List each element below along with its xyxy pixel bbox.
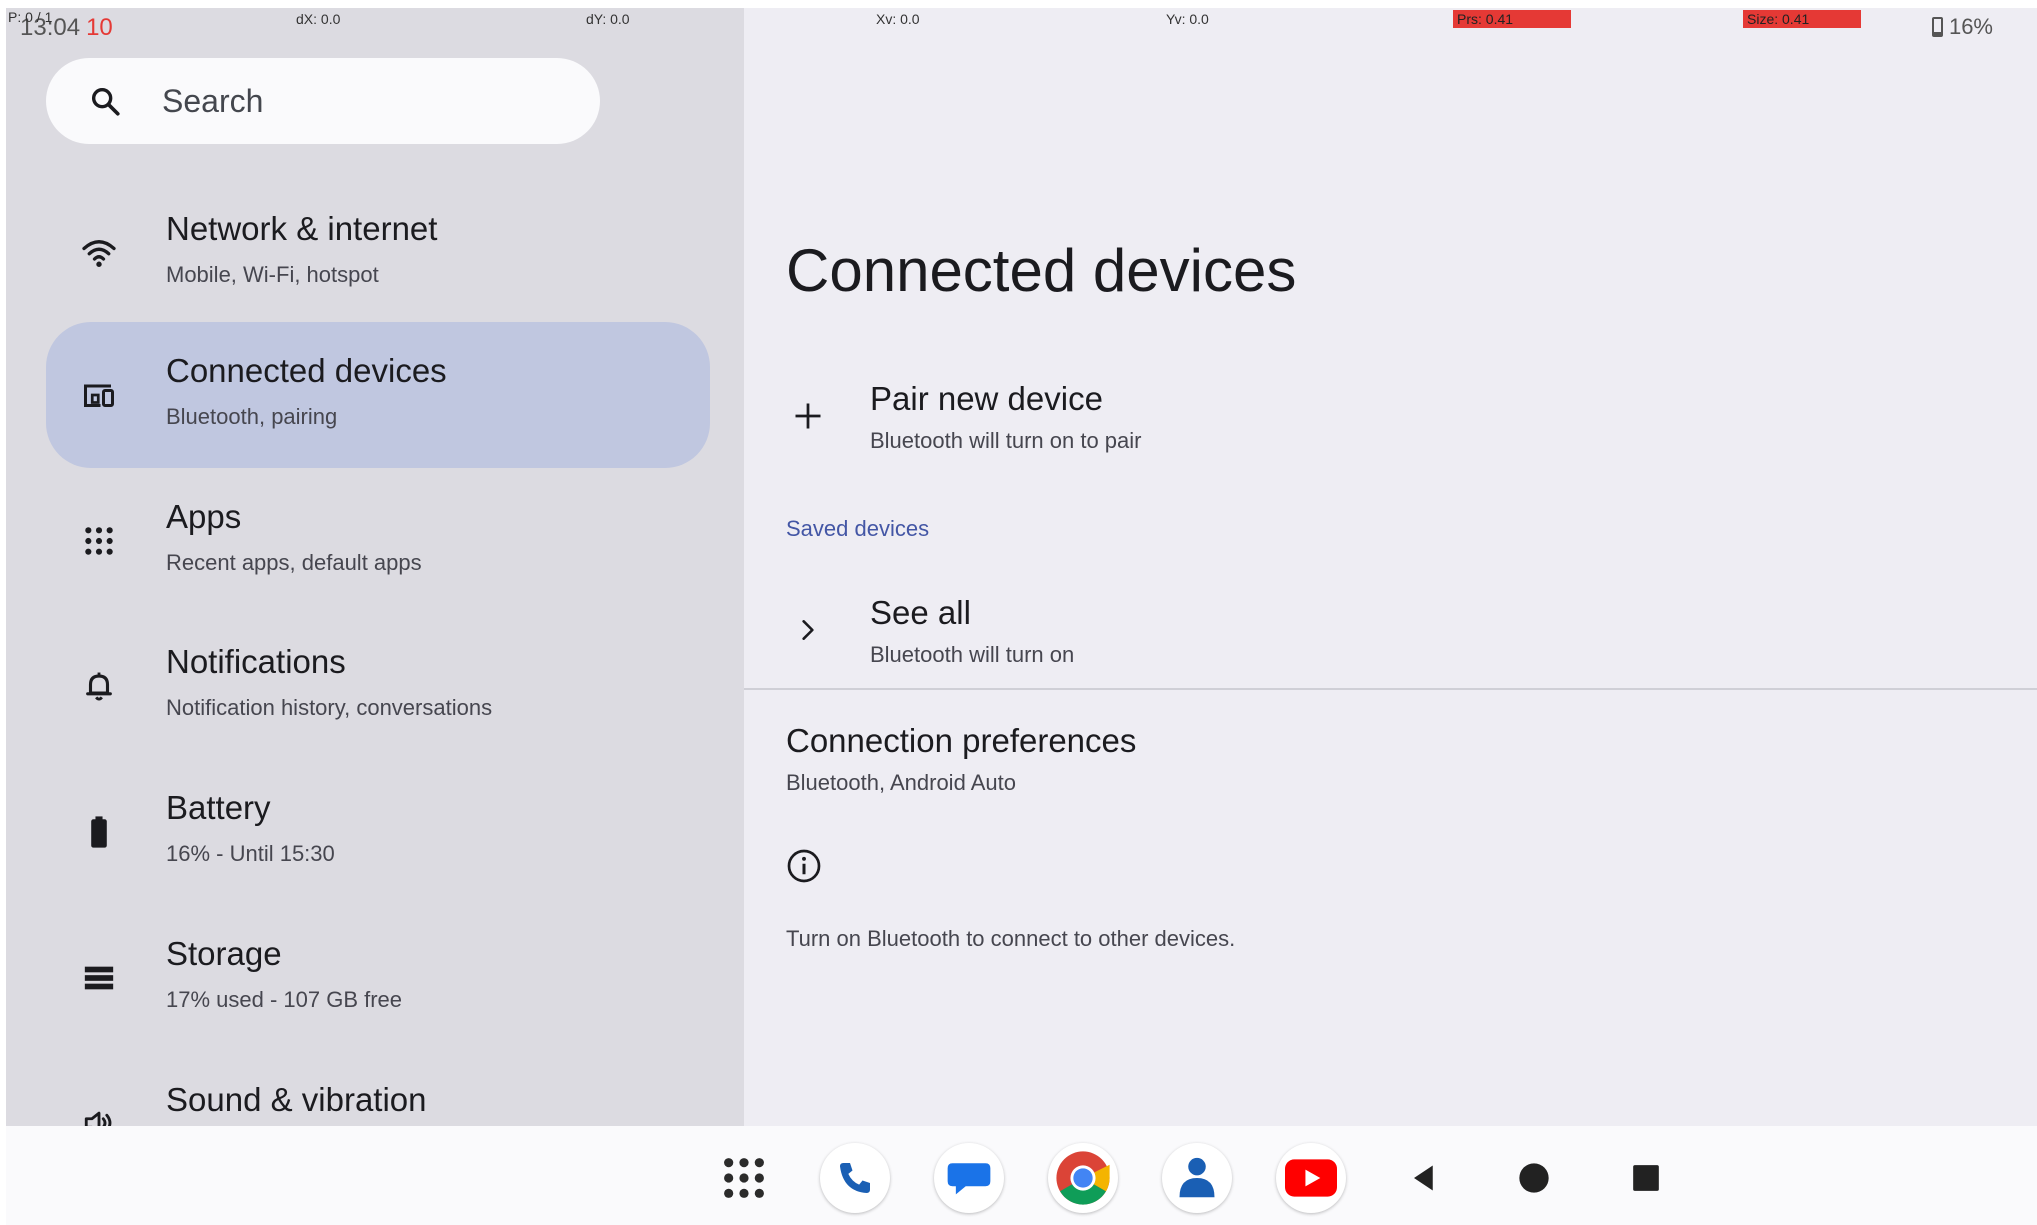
pointer-dx-label: dX: 0.0 bbox=[296, 11, 341, 27]
info-icon bbox=[786, 848, 822, 884]
devices-icon bbox=[81, 377, 117, 413]
sidebar-item-title: Battery bbox=[166, 789, 271, 826]
sidebar-item-title: Sound & vibration bbox=[166, 1081, 427, 1118]
sidebar-item-subtitle: 17% used - 107 GB free bbox=[166, 987, 403, 1012]
pointer-xv-label: Xv: 0.0 bbox=[876, 11, 920, 27]
search-placeholder: Search bbox=[162, 82, 264, 119]
sidebar-item-subtitle: Notification history, conversations bbox=[166, 695, 493, 720]
see-all-row[interactable]: See all Bluetooth will turn on bbox=[744, 582, 2037, 682]
notification-count: 10 bbox=[86, 14, 113, 41]
youtube-icon[interactable] bbox=[1276, 1143, 1346, 1213]
page-title: Connected devices bbox=[786, 237, 1297, 304]
pointer-pressure-label: Prs: 0.41 bbox=[1453, 10, 1571, 28]
status-battery-icon bbox=[1931, 17, 1943, 37]
storage-icon bbox=[81, 960, 117, 996]
sidebar-item-subtitle: Bluetooth, pairing bbox=[166, 404, 338, 429]
sidebar-item-subtitle: Recent apps, default apps bbox=[166, 550, 422, 575]
sidebar-item-title: Network & internet bbox=[166, 210, 438, 247]
sidebar-item-subtitle: Mobile, Wi-Fi, hotspot bbox=[166, 262, 379, 287]
wifi-icon bbox=[81, 235, 117, 271]
sidebar-item-subtitle: 16% - Until 15:30 bbox=[166, 841, 335, 866]
home-icon[interactable] bbox=[1502, 1146, 1566, 1210]
phone-icon[interactable] bbox=[820, 1143, 890, 1213]
status-battery: 16% bbox=[1931, 14, 1993, 40]
bell-icon bbox=[81, 668, 117, 704]
bluetooth-info-text: Turn on Bluetooth to connect to other de… bbox=[786, 926, 1236, 951]
search-icon bbox=[91, 87, 120, 116]
taskbar bbox=[6, 1126, 2037, 1225]
chevron-right-icon bbox=[790, 612, 826, 648]
connection-preferences-title: Connection preferences bbox=[786, 722, 1137, 759]
contacts-icon[interactable] bbox=[1162, 1143, 1232, 1213]
plus-icon bbox=[790, 398, 826, 434]
pointer-yv-label: Yv: 0.0 bbox=[1166, 11, 1209, 27]
sidebar-item-title: Notifications bbox=[166, 643, 346, 680]
pair-new-device-title: Pair new device bbox=[870, 380, 1103, 417]
recents-icon[interactable] bbox=[1614, 1146, 1678, 1210]
sidebar-item-storage[interactable]: Storage 17% used - 107 GB free bbox=[46, 905, 710, 1051]
chrome-icon[interactable] bbox=[1048, 1143, 1118, 1213]
section-divider bbox=[744, 688, 2037, 690]
app-drawer-icon[interactable] bbox=[712, 1146, 776, 1210]
saved-devices-header: Saved devices bbox=[786, 516, 930, 541]
pair-new-device-row[interactable]: Pair new device Bluetooth will turn on t… bbox=[744, 368, 2037, 468]
apps-grid-icon bbox=[81, 523, 117, 559]
status-bar: 13:04 10 P: 0 / 1 dX: 0.0 dY: 0.0 Xv: 0.0… bbox=[6, 8, 2037, 42]
battery-icon bbox=[81, 814, 117, 850]
settings-sidebar: Search Network & internet Mobile, Wi-Fi,… bbox=[6, 8, 744, 1135]
battery-percent: 16% bbox=[1948, 14, 1993, 39]
pointer-dy-label: dY: 0.0 bbox=[586, 11, 630, 27]
pair-new-device-subtitle: Bluetooth will turn on to pair bbox=[870, 428, 1142, 453]
messages-icon[interactable] bbox=[934, 1143, 1004, 1213]
pointer-count-label: P: 0 / 1 bbox=[8, 9, 53, 25]
see-all-subtitle: Bluetooth will turn on bbox=[870, 642, 1075, 667]
sidebar-item-battery[interactable]: Battery 16% - Until 15:30 bbox=[46, 759, 710, 905]
back-icon[interactable] bbox=[1392, 1146, 1456, 1210]
sidebar-item-title: Apps bbox=[166, 498, 242, 535]
pointer-size-label: Size: 0.41 bbox=[1743, 10, 1861, 28]
connection-preferences-row[interactable]: Connection preferences Bluetooth, Androi… bbox=[744, 708, 2037, 808]
sidebar-item-title: Storage bbox=[166, 935, 282, 972]
settings-screen: Search Network & internet Mobile, Wi-Fi,… bbox=[6, 8, 2037, 1225]
sidebar-item-connected-devices[interactable]: Connected devices Bluetooth, pairing bbox=[46, 322, 710, 468]
see-all-title: See all bbox=[870, 594, 971, 631]
connection-preferences-subtitle: Bluetooth, Android Auto bbox=[786, 770, 1016, 795]
search-bar[interactable]: Search bbox=[46, 58, 600, 144]
sidebar-item-title: Connected devices bbox=[166, 352, 447, 389]
sidebar-item-apps[interactable]: Apps Recent apps, default apps bbox=[46, 468, 710, 614]
sidebar-item-network[interactable]: Network & internet Mobile, Wi-Fi, hotspo… bbox=[46, 180, 710, 326]
sidebar-item-notifications[interactable]: Notifications Notification history, conv… bbox=[46, 613, 710, 759]
